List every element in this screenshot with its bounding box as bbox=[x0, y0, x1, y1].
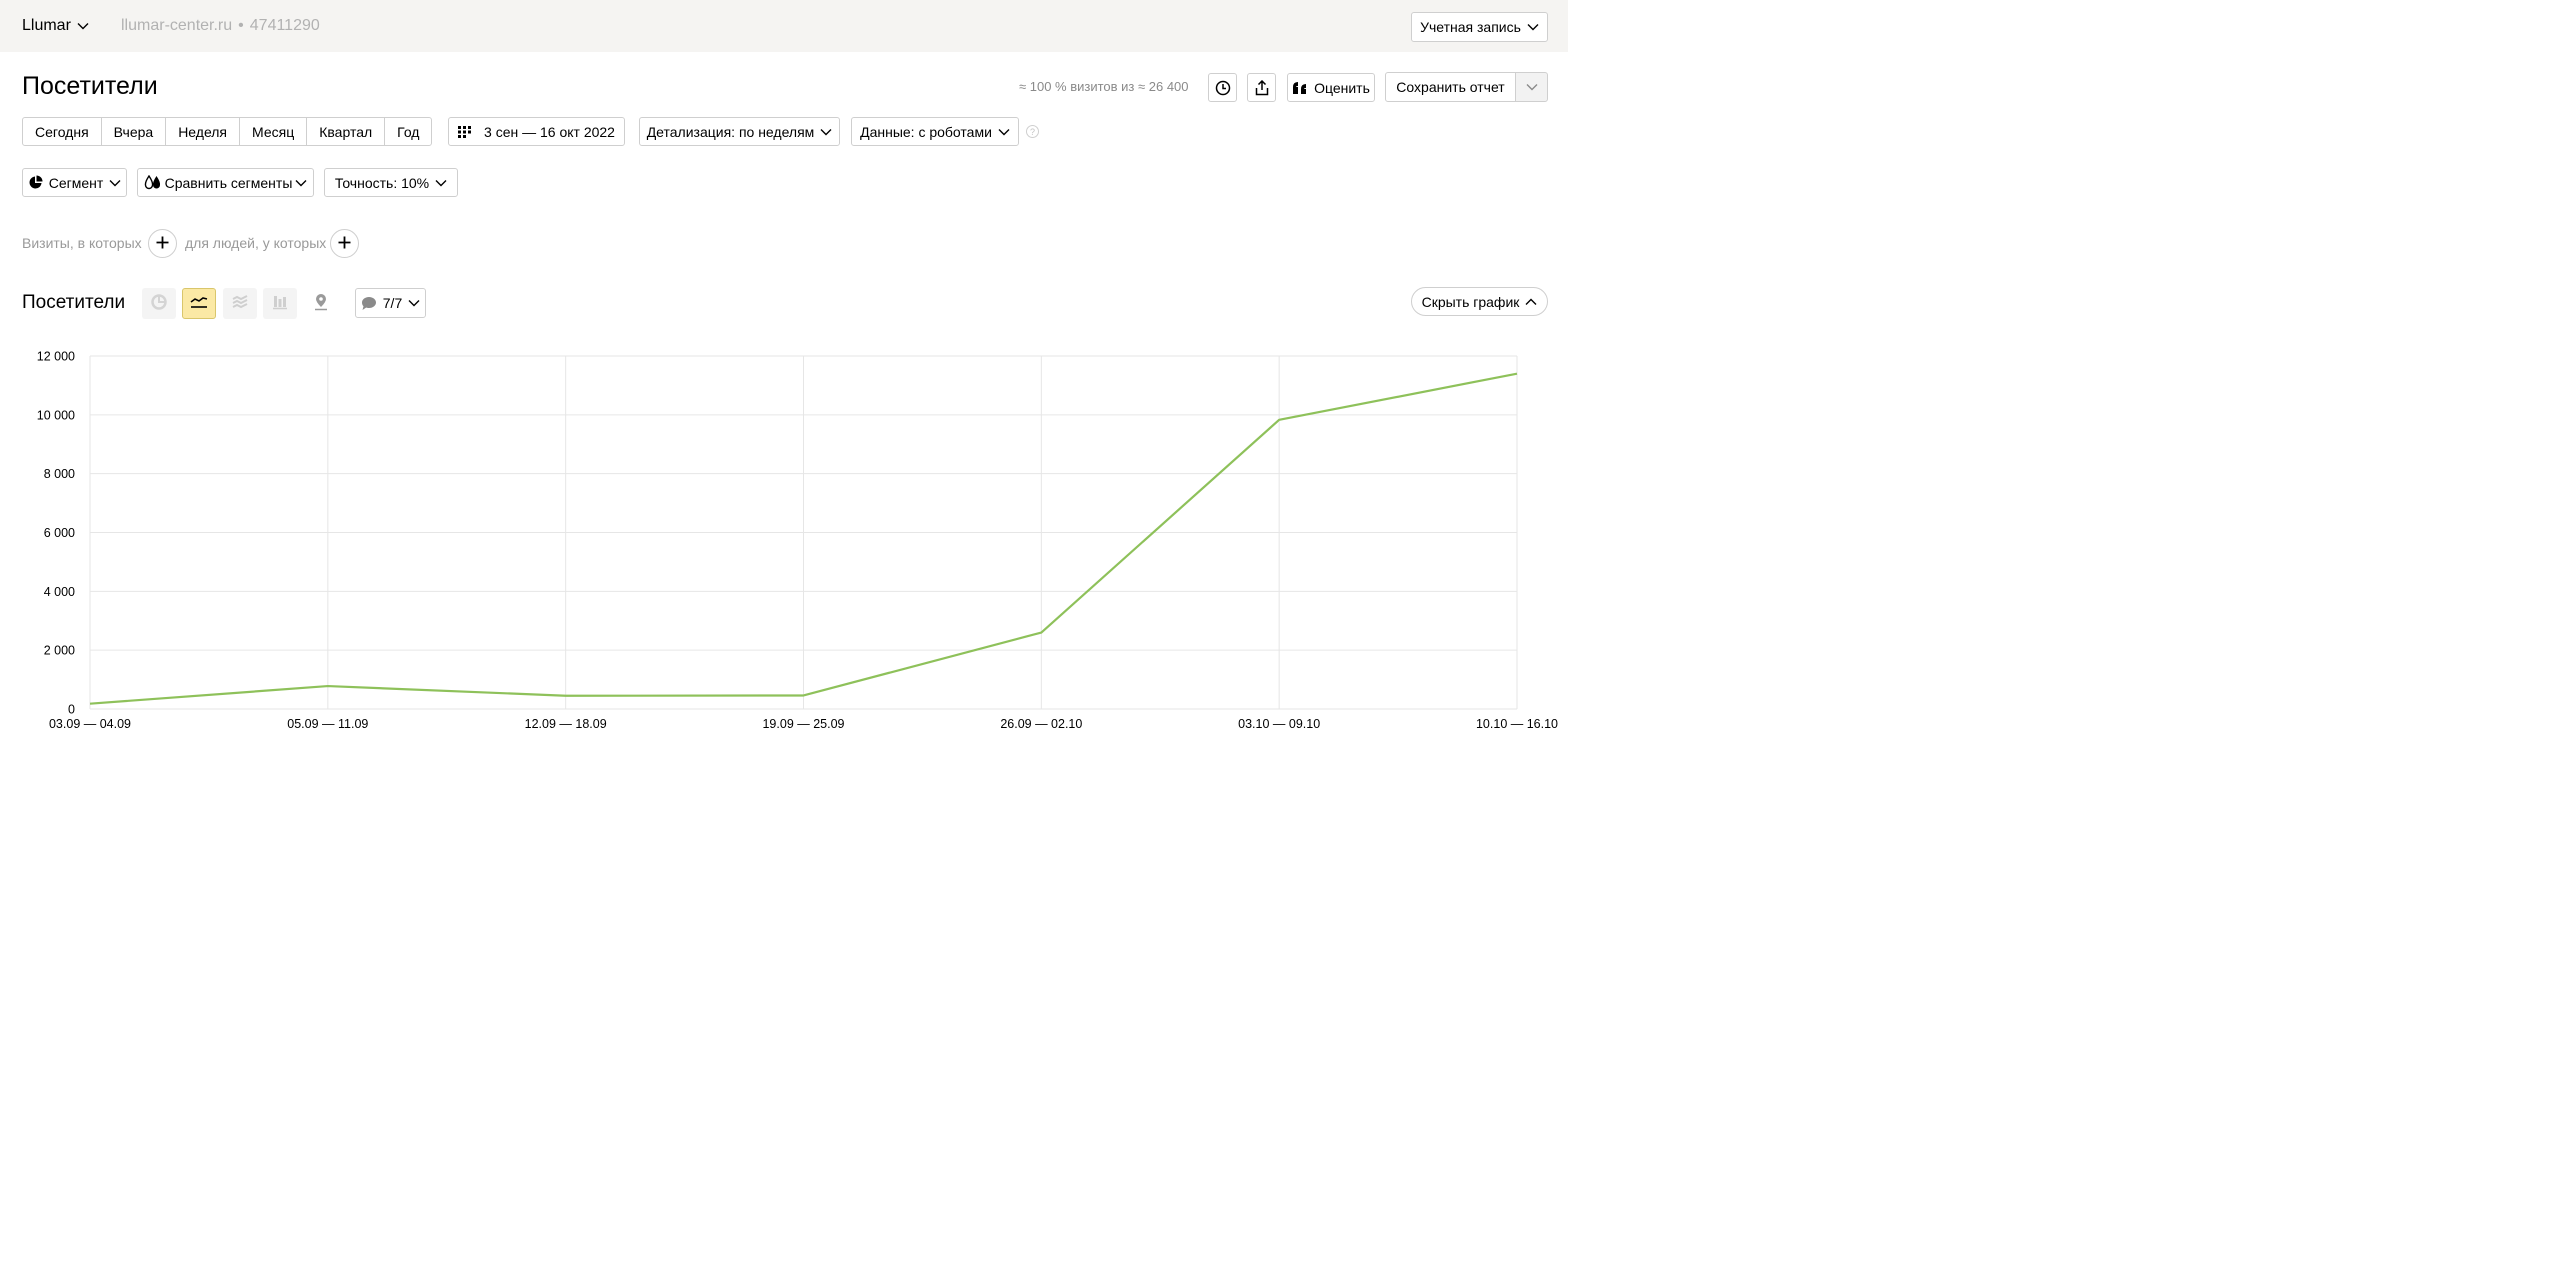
account-button[interactable]: Учетная запись bbox=[1411, 12, 1548, 42]
plus-icon bbox=[338, 236, 351, 252]
counter-id: 47411290 bbox=[249, 17, 320, 34]
chevron-down-icon bbox=[1526, 83, 1538, 91]
map-pin-icon bbox=[313, 293, 329, 314]
people-filter-label: для людей, у которых bbox=[185, 235, 327, 251]
separator: • bbox=[238, 17, 244, 34]
period-button[interactable]: Месяц bbox=[240, 118, 308, 145]
x-tick-label: 10.10 — 16.10 bbox=[1476, 717, 1558, 731]
sample-info: ≈ 100 % визитов из ≈ 26 400 bbox=[1019, 79, 1189, 94]
y-tick-label: 12 000 bbox=[37, 350, 75, 364]
save-report-label: Сохранить отчет bbox=[1396, 79, 1505, 95]
view-map-button[interactable] bbox=[304, 288, 338, 319]
x-tick-label: 12.09 — 18.09 bbox=[525, 717, 607, 731]
date-range-button[interactable]: 3 сен — 16 окт 2022 bbox=[448, 117, 625, 146]
pie-chart-icon bbox=[151, 294, 167, 313]
segment-label: Сегмент bbox=[48, 174, 104, 191]
view-pie-button[interactable] bbox=[142, 288, 176, 319]
data-robots-dropdown[interactable]: Данные: с роботами bbox=[851, 117, 1019, 146]
save-report-menu-button[interactable] bbox=[1515, 72, 1548, 102]
top-bar: Llumar llumar-center.ru • 47411290 Учетная… bbox=[0, 0, 1568, 52]
visitors-line-chart: 0 2 000 4 000 6 000 8 000 10 000 12 000 03.09 —… bbox=[37, 350, 1558, 732]
x-tick-label: 03.10 — 09.10 bbox=[1238, 717, 1320, 731]
rate-label: Оценить bbox=[1314, 79, 1370, 96]
drops-icon bbox=[144, 175, 162, 190]
counter-name: Llumar bbox=[22, 16, 71, 34]
data-label: Данные: с роботами bbox=[860, 123, 992, 140]
detail-dropdown[interactable]: Детализация: по неделям bbox=[639, 117, 840, 146]
chevron-down-icon bbox=[408, 299, 420, 307]
chevron-down-icon bbox=[109, 179, 121, 187]
help-symbol: ? bbox=[1029, 126, 1035, 137]
chevron-down-icon bbox=[820, 128, 832, 136]
plus-icon bbox=[156, 236, 169, 252]
page-title: Посетители bbox=[22, 72, 158, 100]
hide-chart-label: Скрыть график bbox=[1421, 293, 1520, 310]
date-range-label: 3 сен — 16 окт 2022 bbox=[484, 123, 615, 140]
x-tick-label: 19.09 — 25.09 bbox=[762, 717, 844, 731]
quote-icon bbox=[1292, 81, 1308, 95]
chevron-down-icon bbox=[295, 179, 307, 187]
annotations-dropdown[interactable]: 7/7 bbox=[355, 288, 426, 318]
chevron-down-icon bbox=[998, 128, 1010, 136]
clock-icon bbox=[1215, 80, 1231, 96]
view-bar-button[interactable] bbox=[263, 288, 297, 319]
pie-segment-icon bbox=[28, 175, 43, 190]
counter-info: llumar-center.ru • 47411290 bbox=[121, 17, 320, 35]
y-tick-label: 6 000 bbox=[44, 526, 75, 540]
y-tick-label: 4 000 bbox=[44, 585, 75, 599]
view-area-button[interactable] bbox=[223, 288, 257, 319]
add-people-condition-button[interactable] bbox=[330, 229, 359, 258]
period-selector: Сегодня Вчера Неделя Месяц Квартал Год bbox=[22, 117, 433, 146]
history-button[interactable] bbox=[1208, 73, 1237, 102]
accuracy-label: Точность: 10% bbox=[334, 174, 430, 191]
counter-selector[interactable]: Llumar bbox=[22, 16, 89, 35]
site-domain: llumar-center.ru bbox=[121, 17, 233, 34]
x-tick-label: 03.09 — 04.09 bbox=[49, 717, 131, 731]
detail-label: Детализация: по неделям bbox=[646, 123, 815, 140]
stacked-area-icon bbox=[232, 295, 248, 312]
chevron-up-icon bbox=[1525, 298, 1537, 306]
chevron-down-icon bbox=[77, 17, 89, 35]
period-button[interactable]: Вчера bbox=[102, 118, 167, 145]
add-visit-condition-button[interactable] bbox=[148, 229, 177, 258]
hide-chart-button[interactable]: Скрыть график bbox=[1411, 287, 1548, 316]
compare-label: Сравнить сегменты bbox=[164, 174, 293, 191]
y-tick-label: 10 000 bbox=[37, 408, 75, 422]
annotations-count: 7/7 bbox=[382, 295, 403, 311]
y-tick-label: 2 000 bbox=[44, 644, 75, 658]
chevron-down-icon bbox=[435, 179, 447, 187]
visits-filter-label: Визиты, в которых bbox=[22, 235, 142, 251]
bar-chart-icon bbox=[272, 294, 288, 313]
chevron-down-icon bbox=[1527, 23, 1539, 31]
accuracy-dropdown[interactable]: Точность: 10% bbox=[324, 168, 458, 197]
account-label: Учетная запись bbox=[1420, 19, 1521, 35]
period-button[interactable]: Год bbox=[385, 118, 431, 145]
save-report-button[interactable]: Сохранить отчет bbox=[1385, 72, 1516, 102]
share-icon bbox=[1255, 79, 1269, 96]
compare-segments-button[interactable]: Сравнить сегменты bbox=[137, 168, 314, 197]
line-chart-icon bbox=[190, 295, 208, 312]
rate-button[interactable]: Оценить bbox=[1287, 73, 1375, 102]
calendar-grid-icon bbox=[458, 125, 472, 138]
x-tick-label: 26.09 — 02.10 bbox=[1000, 717, 1082, 731]
comment-icon bbox=[361, 296, 377, 311]
share-button[interactable] bbox=[1247, 73, 1276, 102]
x-tick-label: 05.09 — 11.09 bbox=[287, 717, 368, 731]
y-tick-label: 8 000 bbox=[44, 467, 75, 481]
period-button[interactable]: Неделя bbox=[166, 118, 241, 145]
chart-title: Посетители bbox=[22, 292, 126, 313]
y-tick-label: 0 bbox=[68, 703, 75, 717]
help-icon[interactable]: ? bbox=[1026, 125, 1039, 138]
period-button[interactable]: Сегодня bbox=[23, 118, 102, 145]
view-line-button[interactable] bbox=[182, 288, 216, 319]
period-button[interactable]: Квартал bbox=[307, 118, 386, 145]
segment-button[interactable]: Сегмент bbox=[22, 168, 127, 197]
